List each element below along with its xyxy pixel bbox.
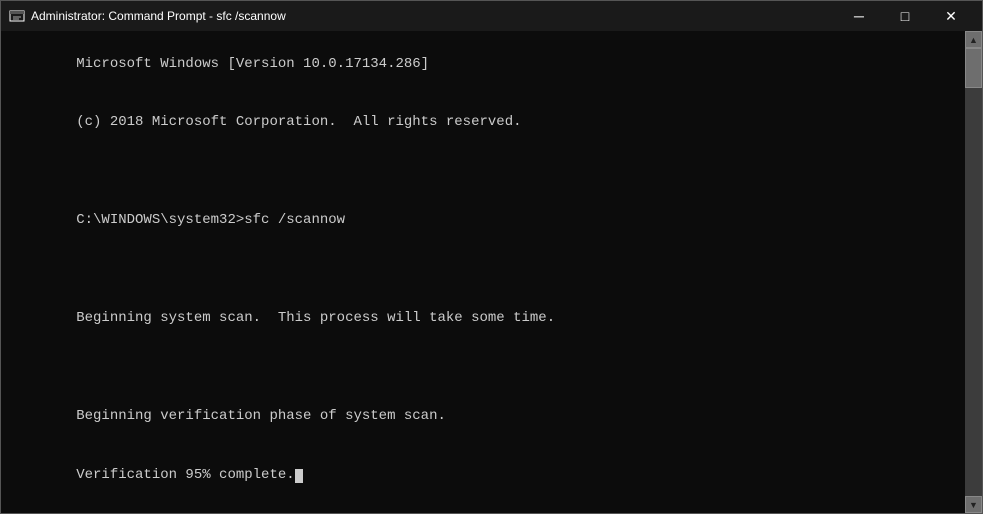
- cursor: [295, 469, 303, 483]
- terminal-content[interactable]: Microsoft Windows [Version 10.0.17134.28…: [1, 31, 965, 513]
- terminal-output: Microsoft Windows [Version 10.0.17134.28…: [9, 35, 957, 505]
- scrollbar-thumb[interactable]: [965, 48, 982, 88]
- cmd-window: Administrator: Command Prompt - sfc /sca…: [0, 0, 983, 514]
- title-bar: Administrator: Command Prompt - sfc /sca…: [1, 1, 982, 31]
- window-title: Administrator: Command Prompt - sfc /sca…: [31, 9, 836, 23]
- line-3: C:\WINDOWS\system32>sfc /scannow: [76, 212, 345, 228]
- close-button[interactable]: ✕: [928, 1, 974, 31]
- line-2: (c) 2018 Microsoft Corporation. All righ…: [76, 114, 521, 130]
- window-icon: [9, 8, 25, 24]
- line-4: Beginning system scan. This process will…: [76, 310, 555, 326]
- line-1: Microsoft Windows [Version 10.0.17134.28…: [76, 56, 429, 72]
- line-6: Verification 95% complete.: [76, 467, 302, 483]
- scrollbar[interactable]: ▲ ▼: [965, 31, 982, 513]
- window-controls: ─ □ ✕: [836, 1, 974, 31]
- minimize-button[interactable]: ─: [836, 1, 882, 31]
- line-5: Beginning verification phase of system s…: [76, 408, 446, 424]
- terminal-container: Microsoft Windows [Version 10.0.17134.28…: [1, 31, 982, 513]
- maximize-button[interactable]: □: [882, 1, 928, 31]
- scroll-down-button[interactable]: ▼: [965, 496, 982, 513]
- scroll-up-button[interactable]: ▲: [965, 31, 982, 48]
- scrollbar-track[interactable]: [965, 48, 982, 496]
